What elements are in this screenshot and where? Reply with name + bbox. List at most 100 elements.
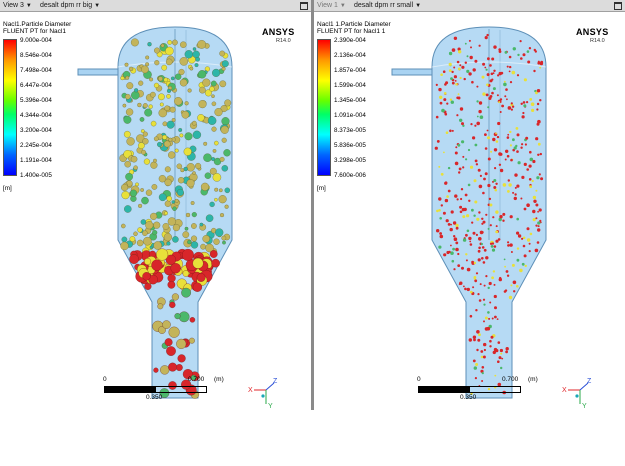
particle — [475, 309, 478, 312]
particle — [212, 149, 217, 153]
particle — [478, 237, 482, 241]
viewport-right[interactable]: View 1 ▼ desalt dpm rr small ▼ Nacl1 1.P… — [314, 0, 625, 410]
axis-y-label: Y — [582, 403, 587, 410]
particle — [439, 217, 442, 220]
particle — [536, 176, 540, 180]
particle — [505, 347, 509, 351]
particle — [211, 258, 220, 268]
particle — [482, 220, 486, 224]
particle — [222, 240, 226, 245]
particle — [182, 231, 190, 238]
particle — [521, 237, 524, 240]
particle — [484, 36, 488, 40]
particle — [455, 146, 458, 149]
legend-tick-label: 3.200e-004 — [20, 127, 52, 134]
particle — [438, 245, 442, 249]
legend-tick-label: 7.498e-004 — [20, 67, 52, 74]
particle — [526, 101, 529, 104]
particle — [491, 276, 494, 280]
case-selector[interactable]: desalt dpm rr big ▼ — [40, 0, 100, 12]
particle — [508, 55, 512, 59]
particle — [162, 134, 168, 140]
particle — [473, 261, 477, 265]
particle — [521, 115, 525, 119]
particle — [167, 40, 173, 45]
particle — [461, 65, 465, 69]
axis-x-label: X — [248, 387, 253, 394]
particle — [495, 230, 499, 234]
view-selector[interactable]: View 3 ▼ — [3, 0, 32, 12]
particle — [465, 253, 468, 256]
particle — [153, 367, 159, 373]
render-canvas[interactable]: Nacl1.Particle Diameter FLUENT PT for Na… — [0, 12, 311, 410]
view-selector[interactable]: View 1 ▼ — [317, 0, 346, 12]
particle — [444, 112, 448, 116]
particle — [162, 121, 168, 127]
particle — [442, 70, 446, 73]
particle — [453, 237, 458, 241]
particle — [520, 57, 523, 60]
viewport-left[interactable]: View 3 ▼ desalt dpm rr big ▼ Nacl1.Parti… — [0, 0, 311, 410]
particle — [169, 106, 176, 113]
particle — [219, 80, 227, 88]
particle — [491, 57, 495, 61]
particle — [466, 55, 469, 58]
particle — [535, 203, 539, 207]
particle — [156, 248, 169, 261]
particle — [535, 189, 538, 192]
particle — [470, 123, 473, 126]
particle — [496, 135, 500, 139]
particle — [482, 62, 486, 66]
particle — [493, 245, 497, 248]
particle — [523, 78, 527, 82]
particle — [490, 335, 494, 339]
particle — [499, 168, 504, 173]
legend-tick-label: 4.344e-004 — [20, 112, 52, 119]
particle — [493, 45, 497, 49]
particle — [497, 74, 500, 77]
particle — [487, 57, 490, 61]
axis-z-label: Z — [273, 378, 278, 385]
particle — [141, 149, 146, 155]
particle — [531, 108, 535, 112]
chevron-down-icon: ▼ — [339, 3, 346, 9]
particle — [477, 258, 481, 262]
case-selector[interactable]: desalt dpm rr small ▼ — [354, 0, 421, 12]
particle — [507, 241, 510, 244]
particle — [164, 166, 171, 173]
particle — [176, 188, 184, 196]
particle — [439, 232, 442, 235]
particle — [474, 377, 477, 380]
particle — [160, 43, 165, 48]
particle — [462, 166, 465, 169]
particle — [493, 186, 497, 189]
particle — [509, 81, 513, 84]
particle — [126, 82, 134, 90]
particle — [172, 206, 177, 211]
particle — [526, 203, 530, 207]
particle — [179, 57, 189, 66]
maximize-icon[interactable] — [300, 2, 308, 10]
particle — [475, 363, 479, 366]
particle — [506, 136, 510, 139]
particle — [502, 219, 505, 222]
viewport-toolbar: View 3 ▼ desalt dpm rr big ▼ — [0, 0, 311, 12]
particle — [503, 80, 506, 83]
render-canvas[interactable]: Nacl1 1.Particle Diameter FLUENT PT for … — [314, 12, 625, 410]
particle — [463, 285, 465, 288]
particle — [451, 48, 456, 52]
particle — [540, 177, 544, 181]
axis-triad: X Z Y — [562, 378, 592, 410]
particle — [473, 179, 477, 183]
particle — [487, 136, 490, 140]
particle — [489, 79, 493, 83]
legend-subtitle: FLUENT PT for Nacl1 1 — [317, 28, 386, 35]
particle — [164, 200, 172, 207]
particle — [526, 168, 529, 171]
particle — [164, 338, 173, 347]
particle — [453, 235, 456, 238]
particle — [140, 188, 144, 192]
maximize-icon[interactable] — [614, 2, 622, 10]
particle — [133, 231, 138, 237]
particle — [174, 313, 181, 320]
